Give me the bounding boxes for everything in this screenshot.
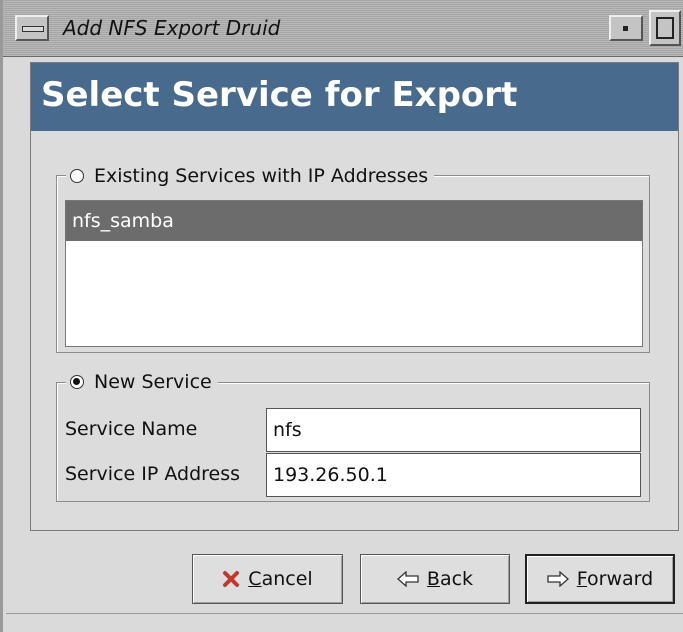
bottom-divider — [6, 613, 683, 614]
new-service-radio[interactable]: New Service — [66, 370, 218, 394]
maximize-button[interactable] — [649, 10, 681, 46]
back-label: Back — [426, 568, 474, 590]
minimize-icon — [623, 26, 628, 31]
cancel-button[interactable]: Cancel — [192, 554, 343, 604]
page-title: Select Service for Export — [41, 75, 518, 115]
back-button[interactable]: Back — [360, 554, 510, 604]
x-icon — [223, 571, 240, 587]
maximize-icon — [656, 17, 674, 39]
left-arrow-icon — [396, 571, 419, 587]
right-arrow-icon — [547, 571, 569, 587]
page-header: Select Service for Export — [31, 63, 678, 131]
service-ip-label: Service IP Address — [65, 463, 241, 485]
service-name-field[interactable]: nfs — [266, 408, 641, 452]
dialog-window: Add NFS Export Druid Select Service for … — [0, 0, 683, 632]
cancel-label: Cancel — [248, 568, 313, 590]
forward-label: Forward — [576, 568, 654, 590]
existing-services-label: Existing Services with IP Addresses — [94, 165, 429, 187]
minimize-button[interactable] — [609, 15, 643, 41]
existing-services-radio[interactable]: Existing Services with IP Addresses — [66, 164, 435, 188]
title-bar[interactable]: Add NFS Export Druid — [3, 0, 683, 57]
new-service-label: New Service — [94, 371, 212, 393]
list-item[interactable]: nfs_samba — [66, 201, 642, 241]
menu-bar-icon — [22, 26, 44, 32]
new-service-radio-indicator[interactable] — [70, 375, 84, 389]
existing-services-list[interactable]: nfs_samba — [65, 200, 643, 347]
service-name-label: Service Name — [65, 418, 198, 440]
service-ip-field[interactable]: 193.26.50.1 — [266, 453, 641, 497]
window-menu-button[interactable] — [15, 15, 49, 41]
forward-button[interactable]: Forward — [525, 554, 675, 604]
existing-services-radio-indicator[interactable] — [70, 169, 84, 183]
window-title: Add NFS Export Druid — [63, 16, 281, 40]
